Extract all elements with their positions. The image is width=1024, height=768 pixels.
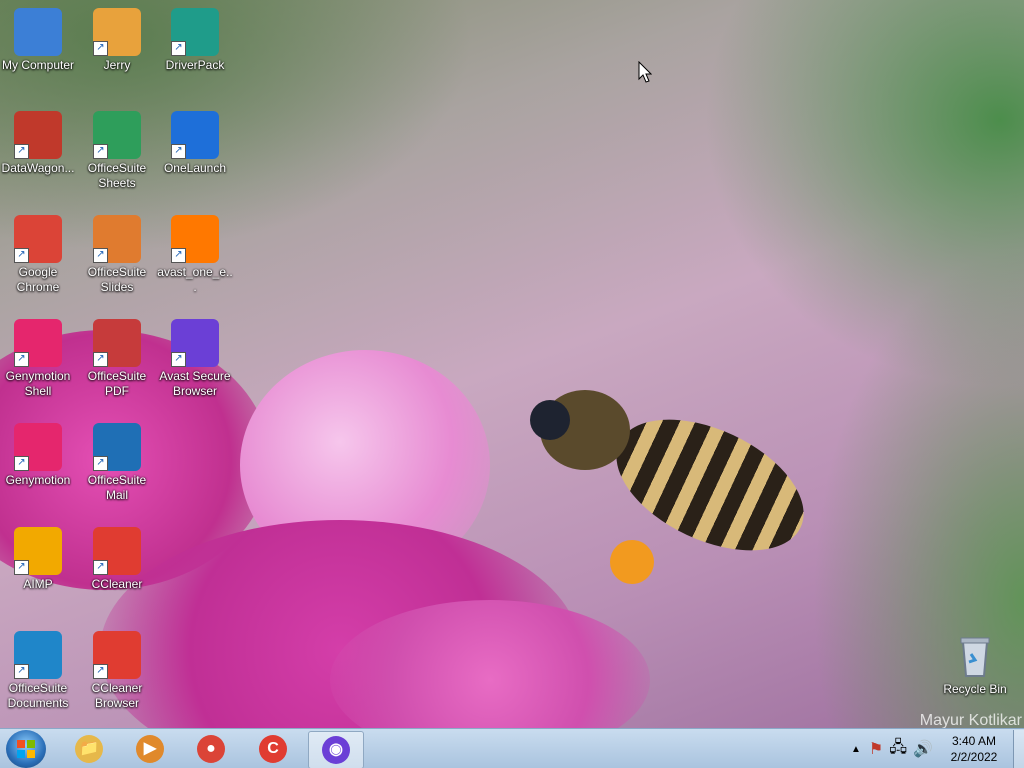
- desktop-shortcut-label: Jerry: [103, 58, 131, 72]
- shortcut-arrow-icon: ↗: [14, 248, 29, 263]
- desktop-shortcut-label: OfficeSuite Documents: [7, 681, 69, 710]
- desktop-shortcut-label: AIMP: [23, 577, 53, 591]
- taskbar: 📁 ▶ ● C ◉ ▲ ⚑ 🖧 🔊 3:40 AM 2/2/2022: [0, 728, 1024, 768]
- genymotion-shell-icon: ↗: [14, 319, 62, 367]
- desktop-shortcut-label: CCleaner Browser: [91, 681, 143, 710]
- desktop-shortcut-label: Genymotion: [5, 473, 71, 487]
- shortcut-arrow-icon: ↗: [14, 456, 29, 471]
- taskbar-avast-browser-button[interactable]: ◉: [308, 731, 364, 768]
- desktop-shortcut[interactable]: ↗ CCleaner Browser: [79, 631, 155, 711]
- clock[interactable]: 3:40 AM 2/2/2022: [939, 733, 1009, 765]
- desktop-shortcut[interactable]: ↗ Google Chrome: [0, 215, 76, 295]
- taskbar-chrome-button[interactable]: ●: [184, 731, 238, 767]
- desktop-shortcut[interactable]: ↗ OfficeSuite Mail: [79, 423, 155, 503]
- network-icon[interactable]: 🖧: [889, 736, 907, 763]
- shortcut-arrow-icon: ↗: [171, 352, 186, 367]
- shortcut-arrow-icon: ↗: [14, 560, 29, 575]
- file-explorer-icon: 📁: [75, 735, 103, 763]
- datawagon-icon: ↗: [14, 111, 62, 159]
- taskbar-ccleaner-browser-button[interactable]: C: [246, 731, 300, 767]
- desktop-shortcut[interactable]: ↗ OfficeSuite Sheets: [79, 111, 155, 191]
- mail-icon: ↗: [93, 423, 141, 471]
- desktop-shortcut[interactable]: ↗ Genymotion: [0, 423, 76, 488]
- desktop-shortcut[interactable]: ↗ Avast Secure Browser: [157, 319, 233, 399]
- desktop-shortcut[interactable]: ↗ OfficeSuite Documents: [0, 631, 76, 711]
- shortcut-arrow-icon: ↗: [93, 560, 108, 575]
- desktop-shortcut[interactable]: ↗ CCleaner: [79, 527, 155, 592]
- windows-start-icon[interactable]: [6, 730, 46, 768]
- driverpack-icon: ↗: [171, 8, 219, 56]
- desktop-shortcut-label: OfficeSuite Mail: [87, 473, 147, 502]
- desktop-shortcut[interactable]: ↗ DriverPack: [157, 8, 233, 73]
- show-hidden-icons-icon[interactable]: ▲: [851, 744, 861, 755]
- shortcut-arrow-icon: ↗: [93, 41, 108, 56]
- volume-icon[interactable]: 🔊: [913, 739, 933, 759]
- jerry-icon: ↗: [93, 8, 141, 56]
- avast-browser-icon: ◉: [322, 736, 350, 764]
- desktop-shortcut-label: Google Chrome: [16, 265, 60, 294]
- system-tray: ▲ ⚑ 🖧 🔊 3:40 AM 2/2/2022: [851, 729, 1024, 768]
- shortcut-arrow-icon: ↗: [14, 144, 29, 159]
- shortcut-arrow-icon: ↗: [171, 248, 186, 263]
- avast-installer-icon: ↗: [171, 215, 219, 263]
- aimp-icon: ↗: [14, 527, 62, 575]
- avast-browser-icon: ↗: [171, 319, 219, 367]
- ccleaner-icon: ↗: [93, 527, 141, 575]
- shortcut-arrow-icon: ↗: [171, 41, 186, 56]
- mouse-cursor-icon: [638, 61, 652, 83]
- desktop-shortcut-label: OfficeSuite PDF: [87, 369, 147, 398]
- recycle-bin-icon: [951, 632, 999, 680]
- slides-icon: ↗: [93, 215, 141, 263]
- desktop-shortcut-label: OfficeSuite Slides: [87, 265, 147, 294]
- desktop-shortcut-label: My Computer: [1, 58, 75, 72]
- desktop-shortcut[interactable]: ↗ AIMP: [0, 527, 76, 592]
- desktop-shortcut[interactable]: ↗ Jerry: [79, 8, 155, 73]
- ccleaner-browser-icon: C: [259, 735, 287, 763]
- recycle-bin-label: Recycle Bin: [943, 682, 1007, 696]
- computer-icon: [14, 8, 62, 56]
- taskbar-media-player-button[interactable]: ▶: [123, 731, 177, 767]
- desktop-shortcut[interactable]: ↗ OneLaunch: [157, 111, 233, 176]
- desktop-shortcut-label: DriverPack: [165, 58, 225, 72]
- media-player-icon: ▶: [136, 735, 164, 763]
- desktop-shortcut[interactable]: ↗ OfficeSuite Slides: [79, 215, 155, 295]
- desktop-shortcut-label: CCleaner: [91, 577, 143, 591]
- desktop-shortcut[interactable]: My Computer: [0, 8, 76, 73]
- clock-time: 3:40 AM: [951, 734, 997, 748]
- shortcut-arrow-icon: ↗: [93, 248, 108, 263]
- desktop-shortcut-label: OneLaunch: [163, 161, 227, 175]
- desktop-shortcut-label: OfficeSuite Sheets: [87, 161, 147, 190]
- chrome-icon: ↗: [14, 215, 62, 263]
- action-center-flag-icon[interactable]: ⚑: [869, 739, 883, 759]
- taskbar-file-explorer-button[interactable]: 📁: [62, 731, 116, 767]
- shortcut-arrow-icon: ↗: [14, 664, 29, 679]
- genymotion-icon: ↗: [14, 423, 62, 471]
- onelaunch-icon: ↗: [171, 111, 219, 159]
- shortcut-arrow-icon: ↗: [171, 144, 186, 159]
- desktop-shortcut[interactable]: ↗ DataWagon...: [0, 111, 76, 176]
- desktop-shortcut[interactable]: ↗ avast_one_e...: [157, 215, 233, 295]
- shortcut-arrow-icon: ↗: [14, 352, 29, 367]
- desktop-shortcut-label: Genymotion Shell: [5, 369, 71, 398]
- desktop-shortcut-label: Avast Secure Browser: [159, 369, 231, 398]
- sheets-icon: ↗: [93, 111, 141, 159]
- desktop-shortcut-label: DataWagon...: [1, 161, 75, 175]
- ccleaner-browser-icon: ↗: [93, 631, 141, 679]
- show-desktop-button[interactable]: [1013, 730, 1024, 768]
- pdf-icon: ↗: [93, 319, 141, 367]
- desktop-shortcut-label: avast_one_e...: [157, 265, 233, 294]
- desktop-shortcut[interactable]: ↗ OfficeSuite PDF: [79, 319, 155, 399]
- documents-icon: ↗: [14, 631, 62, 679]
- desktop-shortcut[interactable]: ↗ Genymotion Shell: [0, 319, 76, 399]
- shortcut-arrow-icon: ↗: [93, 456, 108, 471]
- shortcut-arrow-icon: ↗: [93, 352, 108, 367]
- wallpaper-bee: [500, 370, 824, 630]
- shortcut-arrow-icon: ↗: [93, 664, 108, 679]
- shortcut-arrow-icon: ↗: [93, 144, 108, 159]
- recycle-bin-icon-item[interactable]: Recycle Bin: [937, 632, 1013, 697]
- clock-date: 2/2/2022: [950, 750, 998, 764]
- chrome-icon: ●: [197, 735, 225, 763]
